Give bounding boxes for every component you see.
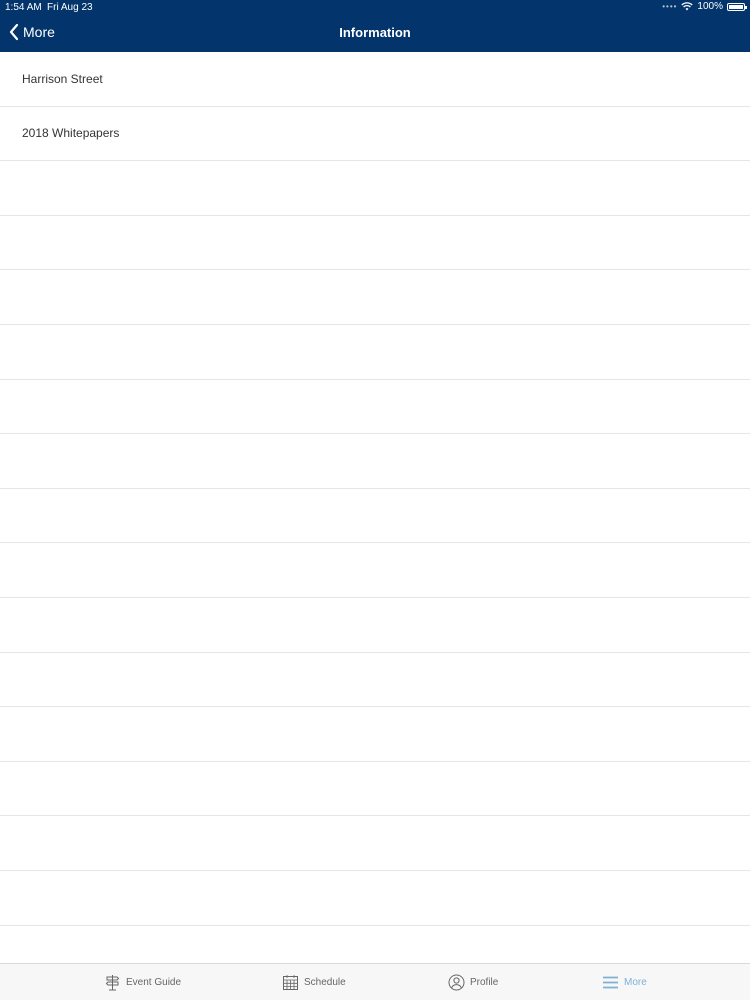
wifi-icon [681, 2, 694, 11]
empty-row [0, 652, 750, 708]
list-item[interactable]: 2018 Whitepapers [0, 106, 750, 162]
tab-profile[interactable]: Profile [448, 964, 498, 1000]
list-item-label: Harrison Street [22, 71, 103, 86]
empty-row [0, 434, 750, 489]
tab-schedule[interactable]: Schedule [282, 964, 346, 1000]
list-item[interactable]: Harrison Street [0, 52, 750, 107]
empty-row [0, 324, 750, 380]
nav-bar: More Information [0, 16, 750, 52]
person-icon [448, 974, 465, 991]
cellular-signal-icon: •••• [662, 2, 678, 11]
empty-row [0, 761, 750, 817]
signpost-icon [105, 975, 120, 991]
empty-row [0, 707, 750, 762]
status-bar: 1:54 AM Fri Aug 23 •••• 100% [0, 0, 750, 16]
tab-schedule-label: Schedule [304, 977, 346, 988]
status-date: Fri Aug 23 [47, 2, 93, 13]
tab-more-label: More [624, 977, 647, 988]
empty-row [0, 597, 750, 653]
battery-fill [729, 4, 743, 9]
tab-profile-label: Profile [470, 977, 499, 988]
empty-row [0, 379, 750, 435]
empty-row [0, 488, 750, 544]
info-list: Harrison Street 2018 Whitepapers [0, 52, 750, 981]
empty-row [0, 543, 750, 598]
list-item-label: 2018 Whitepapers [22, 126, 120, 141]
calendar-icon [283, 975, 298, 990]
battery-percent: 100% [697, 1, 723, 12]
status-indicators: •••• 100% [662, 1, 747, 12]
header: 1:54 AM Fri Aug 23 •••• 100% More Inform… [0, 0, 750, 52]
menu-icon [603, 976, 618, 989]
tab-event-guide[interactable]: Event Guide [104, 964, 181, 1000]
empty-row [0, 270, 750, 325]
status-time: 1:54 AM [5, 2, 42, 13]
tab-bar: Event Guide Schedule Profile More [0, 963, 750, 1000]
empty-row [0, 161, 750, 216]
page-title: Information [339, 25, 411, 40]
tab-event-guide-label: Event Guide [126, 977, 182, 988]
empty-row [0, 816, 750, 871]
empty-row [0, 215, 750, 271]
tab-more[interactable]: More [602, 964, 647, 1000]
battery-icon [727, 2, 747, 11]
empty-row [0, 870, 750, 926]
